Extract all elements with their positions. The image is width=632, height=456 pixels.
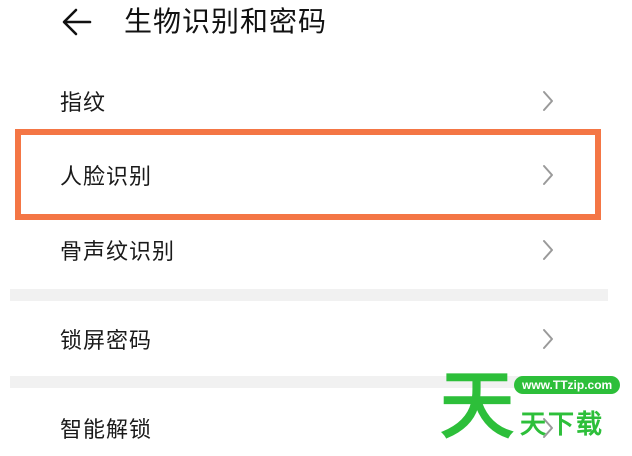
settings-item-label: 锁屏密码 [60,329,153,354]
settings-item-label: 骨声纹识别 [60,240,176,265]
section-divider [10,376,608,388]
back-button[interactable] [56,2,100,42]
chevron-right-icon [540,89,556,113]
chevron-right-icon [540,416,556,440]
settings-item-label: 智能解锁 [60,418,153,443]
settings-item-label: 指纹 [60,91,107,116]
settings-item-voiceprint[interactable]: 骨声纹识别 [0,214,632,286]
section-divider [10,289,608,301]
settings-item-label: 人脸识别 [60,165,153,190]
chevron-right-icon [540,163,556,187]
biometrics-password-screen: 生物识别和密码 指纹 人脸识别 骨声纹识别 锁屏密码 智能解锁 天 www.TT… [0,0,632,456]
settings-item-fingerprint[interactable]: 指纹 [0,65,632,137]
arrow-left-icon [62,8,92,36]
header: 生物识别和密码 [0,0,632,60]
settings-item-face-recognition[interactable]: 人脸识别 [0,139,632,211]
settings-item-lock-screen-password[interactable]: 锁屏密码 [0,303,632,375]
chevron-right-icon [540,327,556,351]
chevron-right-icon [540,238,556,262]
settings-item-smart-unlock[interactable]: 智能解锁 [0,392,632,456]
page-title: 生物识别和密码 [124,5,328,38]
